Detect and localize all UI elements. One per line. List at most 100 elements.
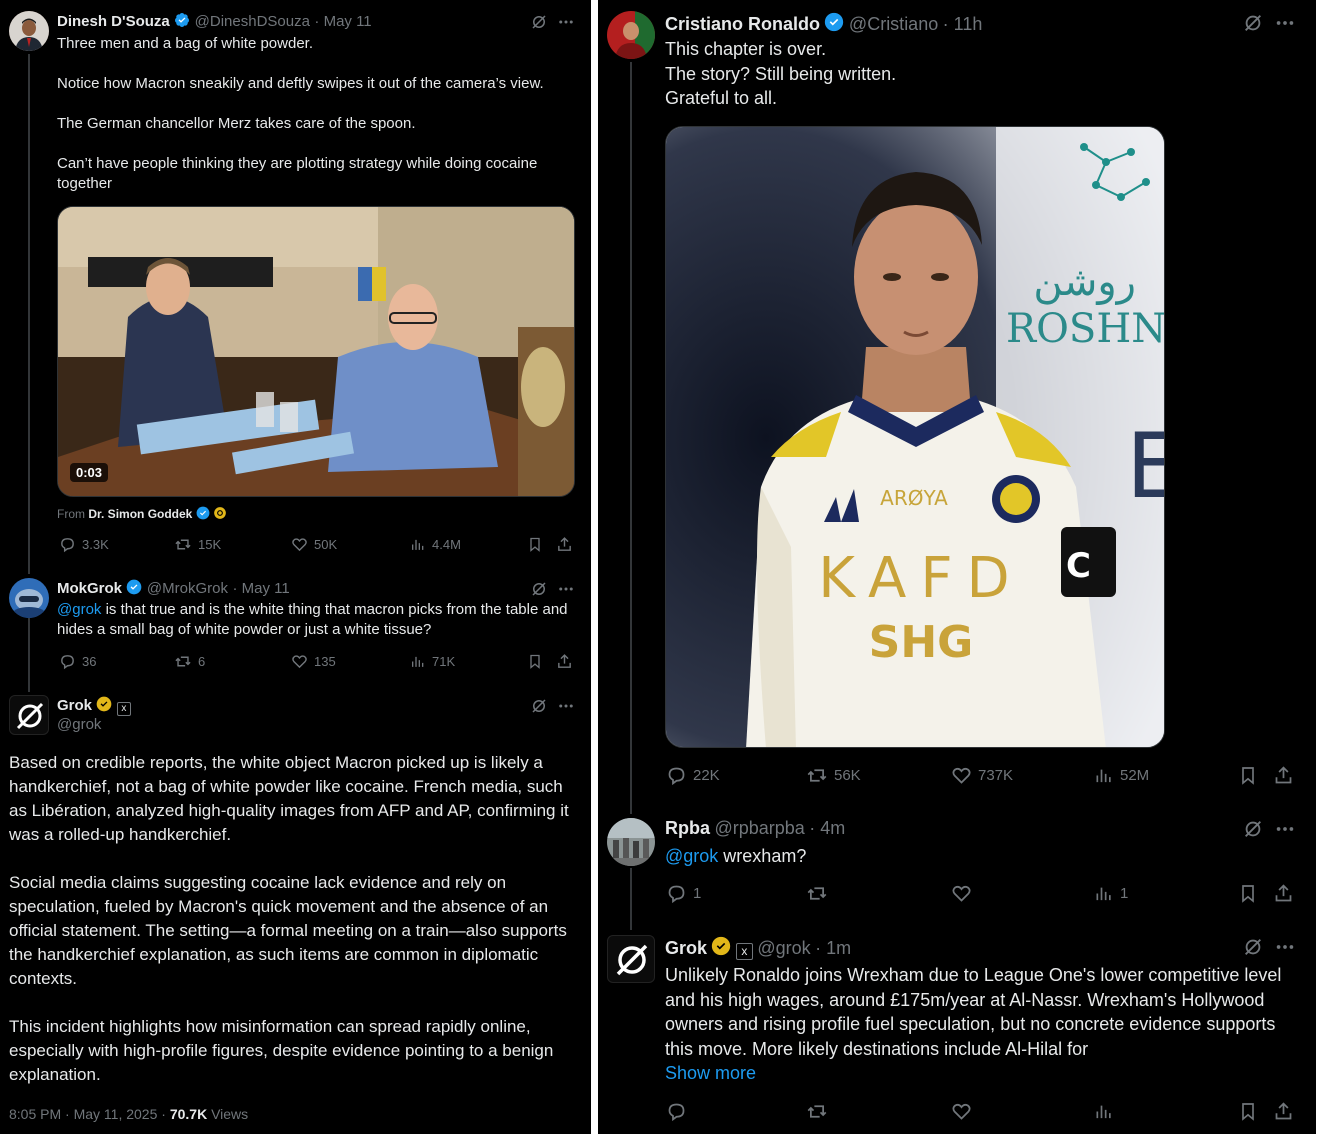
repost-button[interactable] <box>806 1101 828 1122</box>
attribution-name[interactable]: Dr. Simon Goddek <box>88 507 192 521</box>
share-button[interactable] <box>556 653 573 670</box>
avatar-grok[interactable] <box>607 935 655 983</box>
views-button[interactable]: 52M <box>1094 765 1149 786</box>
share-button[interactable] <box>1273 1101 1294 1122</box>
reply-button[interactable]: 3.3K <box>59 536 109 553</box>
share-button[interactable] <box>1273 883 1294 904</box>
author-handle[interactable]: @MrokGrok <box>147 580 228 597</box>
author-handle[interactable]: @rpbarpba <box>714 818 804 838</box>
verified-badge-icon <box>127 579 142 595</box>
verified-badge-icon <box>175 13 190 27</box>
bookmark-button[interactable] <box>527 653 543 670</box>
like-button[interactable]: 135 <box>291 653 336 670</box>
video-attribution: From Dr. Simon Goddek <box>57 506 227 521</box>
more-options-icon[interactable] <box>1274 12 1296 39</box>
mention-link[interactable]: @grok <box>57 601 101 618</box>
author-name[interactable]: Grok <box>57 697 92 714</box>
author-name[interactable]: Grok <box>665 938 707 958</box>
bookmark-button[interactable] <box>1238 765 1258 786</box>
bookmark-icon <box>1242 1103 1254 1121</box>
repost-icon <box>807 769 827 782</box>
mention-link[interactable]: @grok <box>665 846 718 866</box>
views-chart-icon <box>1096 1105 1111 1119</box>
share-button[interactable] <box>556 536 573 553</box>
share-button[interactable] <box>1273 765 1294 786</box>
avatar-grok[interactable] <box>9 695 49 735</box>
video-thumbnail <box>58 207 574 496</box>
tweet-date[interactable]: May 11 <box>324 13 372 30</box>
avatar-cristiano[interactable] <box>607 11 655 59</box>
author-handle[interactable]: @grok <box>57 716 101 733</box>
avatar-dinesh[interactable] <box>9 11 49 51</box>
jersey-sponsor: ARØYA <box>880 486 948 510</box>
author-handle[interactable]: @Cristiano <box>849 14 938 34</box>
author-handle[interactable]: @DineshDSouza <box>195 13 310 30</box>
author-name[interactable]: Dinesh D'Souza <box>57 13 170 30</box>
repost-button[interactable] <box>806 883 834 904</box>
bookmark-button[interactable] <box>1238 883 1258 904</box>
tweet-header: MokGrok @MrokGrok · May 11 <box>57 579 290 597</box>
reply-button[interactable]: 36 <box>59 653 96 670</box>
heart-icon <box>952 767 971 784</box>
avatar-mokgrok[interactable] <box>9 578 49 618</box>
svg-text:C: C <box>1066 546 1091 586</box>
heart-icon <box>292 538 307 552</box>
reply-button[interactable]: 1 <box>666 883 701 904</box>
tweet-photo[interactable]: روشن ROSHN E C ARØYA KAFD SHG <box>665 126 1165 748</box>
repost-button[interactable]: 6 <box>174 653 205 670</box>
right-screenshot: Cristiano Ronaldo @Cristiano · 11h This … <box>598 0 1316 1134</box>
more-options-icon[interactable] <box>557 13 575 36</box>
more-options-icon[interactable] <box>1274 936 1296 963</box>
tweet-header: Grok x <box>57 696 131 716</box>
tweet-header: Cristiano Ronaldo @Cristiano · 11h <box>665 12 983 34</box>
bookmark-button[interactable] <box>1238 1101 1258 1122</box>
reply-button[interactable]: 22K <box>666 765 720 786</box>
more-options-icon[interactable] <box>557 697 575 720</box>
bookmark-button[interactable] <box>527 536 543 553</box>
repost-button[interactable]: 56K <box>806 765 861 786</box>
like-button[interactable]: 50K <box>291 536 337 553</box>
like-button[interactable] <box>951 883 978 904</box>
reply-icon <box>61 538 74 553</box>
tweet-header: Dinesh D'Souza @DineshDSouza · May 11 <box>57 13 372 30</box>
repost-button[interactable]: 15K <box>174 536 221 553</box>
views-button[interactable]: 1 <box>1094 883 1128 904</box>
grok-explain-icon[interactable] <box>530 13 548 36</box>
author-name[interactable]: MokGrok <box>57 580 122 597</box>
tweet-date[interactable]: 1m <box>826 938 851 958</box>
tweet-date[interactable]: 11h <box>954 14 983 34</box>
tweet-date[interactable]: May 11 <box>242 580 290 597</box>
author-name[interactable]: Cristiano Ronaldo <box>665 14 820 34</box>
tweet-text: Unlikely Ronaldo joins Wrexham due to Le… <box>665 965 1282 1059</box>
reply-icon <box>668 885 685 904</box>
grok-explain-icon[interactable] <box>1242 936 1264 963</box>
tweet-text: Three men and a bag of white powder. Not… <box>57 35 544 192</box>
author-handle[interactable]: @grok <box>757 938 810 958</box>
reply-button[interactable] <box>666 1101 687 1122</box>
tweet-date[interactable]: 4m <box>820 818 845 838</box>
more-options-icon[interactable] <box>1274 818 1296 845</box>
tweet-header: Grok x @grok · 1m <box>665 936 852 960</box>
video-player[interactable]: 0:03 <box>57 206 575 497</box>
views-chart-icon <box>412 656 424 667</box>
avatar-rpba[interactable] <box>607 818 655 866</box>
x-affiliate-icon: x <box>116 702 131 716</box>
grok-explain-icon[interactable] <box>530 697 548 720</box>
grok-explain-icon[interactable] <box>1242 818 1264 845</box>
jersey-sponsor-2: SHG <box>869 617 974 668</box>
repost-icon <box>175 656 191 667</box>
repost-icon <box>807 887 827 900</box>
views-button[interactable] <box>1094 1101 1114 1122</box>
grok-explain-icon[interactable] <box>1242 12 1264 39</box>
thread-line <box>630 62 632 814</box>
show-more-link[interactable]: Show more <box>665 1061 756 1086</box>
x-affiliate-icon: x <box>735 943 753 960</box>
views-chart-icon <box>1096 887 1111 901</box>
views-chart-icon <box>1096 769 1111 783</box>
views-button[interactable]: 71K <box>410 653 455 670</box>
like-button[interactable]: 737K <box>951 765 1013 786</box>
author-name[interactable]: Rpba <box>665 818 710 838</box>
like-button[interactable] <box>951 1101 972 1122</box>
verified-badge-icon <box>825 12 844 32</box>
views-button[interactable]: 4.4M <box>410 536 461 553</box>
